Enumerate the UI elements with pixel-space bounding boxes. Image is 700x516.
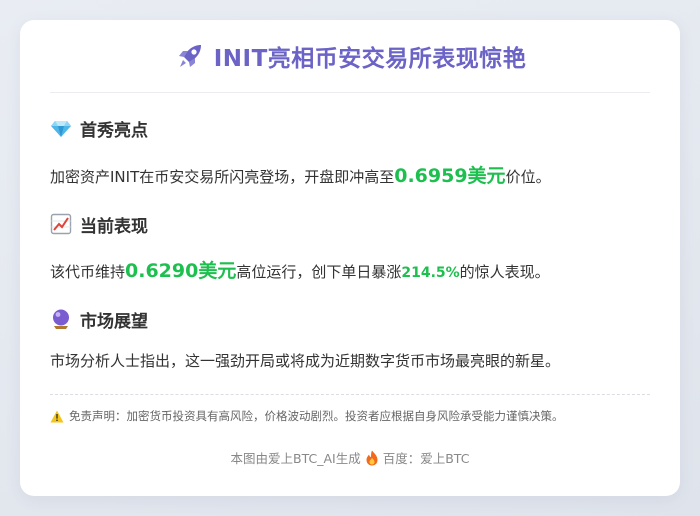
- disclaimer-text: 免责声明：加密货币投资具有高风险，价格波动剧烈。投资者应根据自身风险承受能力谨慎…: [69, 409, 564, 423]
- page-title: INIT亮相币安交易所表现惊艳: [213, 46, 527, 72]
- price-highlight-current: 0.6290美元: [125, 260, 237, 282]
- text-segment: 该代币维持: [50, 263, 126, 281]
- disclaimer: 免责声明：加密货币投资具有高风险，价格波动剧烈。投资者应根据自身风险承受能力谨慎…: [50, 408, 564, 424]
- header: INIT亮相币安交易所表现惊艳: [50, 20, 650, 93]
- footer-credit: 本图由爱上BTC_AI生成: [230, 451, 361, 466]
- text-segment: 的惊人表现。: [459, 263, 550, 281]
- footer: 本图由爱上BTC_AI生成 百度：爱上BTC: [20, 448, 680, 467]
- text-segment: 价位。: [505, 168, 551, 186]
- percent-highlight: 214.5%: [401, 265, 460, 281]
- dashed-divider: [50, 394, 650, 395]
- section-heading-label: 当前表现: [80, 216, 148, 237]
- footer-source: 百度：爱上BTC: [382, 451, 470, 466]
- crystal-ball-icon: [50, 308, 72, 330]
- section-heading-label: 市场展望: [80, 311, 148, 332]
- section-heading-debut: 首秀亮点: [50, 116, 148, 141]
- section-text-performance: 该代币维持0.6290美元高位运行，创下单日暴涨214.5%的惊人表现。: [50, 258, 550, 286]
- text-segment: 加密资产INIT在币安交易所闪亮登场，开盘即冲高至: [50, 168, 395, 186]
- fire-icon: [365, 450, 379, 466]
- chart-up-icon: [50, 213, 72, 235]
- price-highlight-open: 0.6959美元: [394, 165, 506, 187]
- section-text-debut: 加密资产INIT在币安交易所闪亮登场，开盘即冲高至0.6959美元价位。: [50, 163, 551, 190]
- content-card: INIT亮相币安交易所表现惊艳 首秀亮点 加密资产INIT在币安交易所闪亮登场，…: [20, 20, 680, 496]
- rocket-icon: [174, 40, 206, 72]
- section-text-outlook: 市场分析人士指出，这一强劲开局或将成为近期数字货币市场最亮眼的新星。: [50, 352, 561, 370]
- section-heading-label: 首秀亮点: [80, 120, 148, 141]
- section-heading-performance: 当前表现: [50, 212, 148, 237]
- text-segment: 高位运行，创下单日暴涨: [236, 263, 402, 281]
- section-heading-outlook: 市场展望: [50, 307, 148, 332]
- warning-icon: [50, 410, 64, 423]
- diamond-icon: [50, 117, 72, 139]
